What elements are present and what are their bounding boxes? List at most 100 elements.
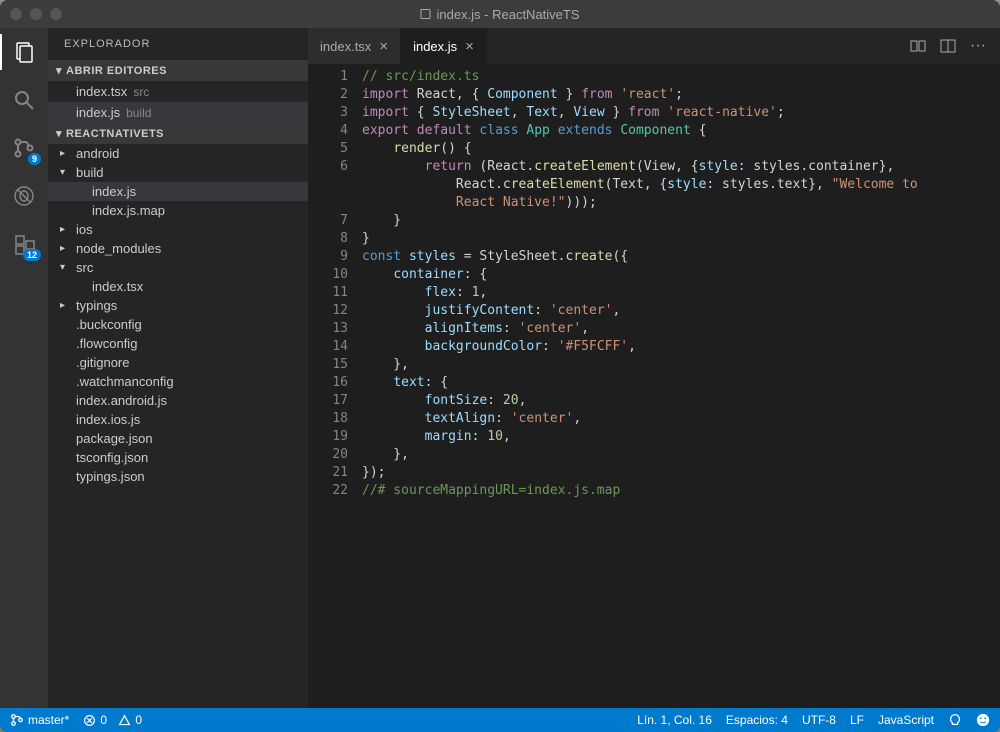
- open-editor-name: index.tsx: [76, 84, 127, 99]
- search-icon[interactable]: [10, 86, 38, 114]
- git-branch[interactable]: master*: [10, 713, 69, 727]
- encoding[interactable]: UTF-8: [802, 713, 836, 727]
- open-editors-list: index.tsx srcindex.js build: [48, 81, 308, 123]
- tree-item[interactable]: .buckconfig: [48, 315, 308, 334]
- tab-label: index.js: [413, 39, 457, 54]
- minimize-dot[interactable]: [30, 8, 42, 20]
- line-numbers: 12345678910111213141516171819202122: [308, 64, 362, 708]
- activity-bar: 9 12: [0, 28, 48, 708]
- tree-item[interactable]: .gitignore: [48, 353, 308, 372]
- explorer-icon[interactable]: [10, 38, 38, 66]
- split-editor-icon[interactable]: [940, 38, 956, 54]
- tree-arrow: ▸: [60, 224, 72, 235]
- source-control-icon[interactable]: 9: [10, 134, 38, 162]
- file-icon: [420, 9, 430, 19]
- tree-item[interactable]: .watchmanconfig: [48, 372, 308, 391]
- open-editors-header[interactable]: ▾ ABRIR EDITORES: [48, 60, 308, 81]
- tree-label: ios: [76, 222, 93, 237]
- open-editor-path: src: [133, 85, 149, 99]
- tab-actions: ···: [896, 28, 1000, 64]
- close-dot[interactable]: [10, 8, 22, 20]
- more-icon[interactable]: ···: [970, 37, 986, 55]
- editor-tab[interactable]: index.tsx ×: [308, 28, 401, 64]
- maximize-dot[interactable]: [50, 8, 62, 20]
- feedback-icon[interactable]: [948, 713, 962, 727]
- tree-item[interactable]: index.tsx: [48, 277, 308, 296]
- tree-item[interactable]: index.js: [48, 182, 308, 201]
- tree-arrow: ▾: [60, 262, 72, 273]
- smiley-icon[interactable]: [976, 713, 990, 727]
- tree-item[interactable]: package.json: [48, 429, 308, 448]
- tree-item[interactable]: index.js.map: [48, 201, 308, 220]
- indentation[interactable]: Espacios: 4: [726, 713, 788, 727]
- branch-label: master*: [28, 713, 69, 727]
- language-mode[interactable]: JavaScript: [878, 713, 934, 727]
- project-header[interactable]: ▾ REACTNATIVETS: [48, 123, 308, 144]
- tree-item[interactable]: ▸android: [48, 144, 308, 163]
- open-editor-item[interactable]: index.tsx src: [48, 81, 308, 102]
- tree-label: index.android.js: [76, 393, 167, 408]
- traffic-lights: [10, 8, 62, 20]
- tree-item[interactable]: typings.json: [48, 467, 308, 486]
- tab-label: index.tsx: [320, 39, 371, 54]
- tree-label: .buckconfig: [76, 317, 142, 332]
- tree-item[interactable]: index.ios.js: [48, 410, 308, 429]
- file-tree: ▸android▾buildindex.jsindex.js.map▸ios▸n…: [48, 144, 308, 486]
- explorer-sidebar: EXPLORADOR ▾ ABRIR EDITORES index.tsx sr…: [48, 28, 308, 708]
- tree-label: tsconfig.json: [76, 450, 148, 465]
- errors-count: 0: [100, 713, 107, 727]
- tree-label: index.ios.js: [76, 412, 140, 427]
- tree-item[interactable]: ▾build: [48, 163, 308, 182]
- scm-badge: 9: [28, 153, 41, 165]
- tree-label: index.js.map: [92, 203, 165, 218]
- chevron-down-icon: ▾: [56, 127, 62, 140]
- tree-label: index.tsx: [92, 279, 143, 294]
- tree-label: package.json: [76, 431, 153, 446]
- open-editors-label: ABRIR EDITORES: [66, 65, 167, 77]
- tree-arrow: ▾: [60, 167, 72, 178]
- editor-tabs: index.tsx × index.js × ···: [308, 28, 1000, 64]
- tree-item[interactable]: ▸ ios: [48, 220, 308, 239]
- open-editor-item[interactable]: index.js build: [48, 102, 308, 123]
- cursor-position[interactable]: Lín. 1, Col. 16: [637, 713, 712, 727]
- editor-tab[interactable]: index.js ×: [401, 28, 487, 64]
- extensions-icon[interactable]: 12: [10, 230, 38, 258]
- tree-arrow: ▸: [60, 300, 72, 311]
- editor-area: index.tsx × index.js × ··· 1234567891011121…: [308, 28, 1000, 708]
- window-title: index.js - ReactNativeTS: [420, 7, 579, 22]
- tree-item[interactable]: ▸ typings: [48, 296, 308, 315]
- close-icon[interactable]: ×: [379, 38, 388, 55]
- titlebar: index.js - ReactNativeTS: [0, 0, 1000, 28]
- vscode-window: index.js - ReactNativeTS 9 12 EXPLO: [0, 0, 1000, 732]
- debug-icon[interactable]: [10, 182, 38, 210]
- tree-item[interactable]: index.android.js: [48, 391, 308, 410]
- sidebar-title: EXPLORADOR: [48, 28, 308, 60]
- code-content[interactable]: // src/index.tsimport React, { Component…: [362, 64, 1000, 708]
- tree-label: typings.json: [76, 469, 145, 484]
- status-bar: master* 0 0 Lín. 1, Col. 16 Espacios: 4 …: [0, 708, 1000, 732]
- tree-label: .watchmanconfig: [76, 374, 174, 389]
- tree-label: android: [76, 146, 119, 161]
- tree-item[interactable]: .flowconfig: [48, 334, 308, 353]
- close-icon[interactable]: ×: [465, 38, 474, 55]
- tree-label: src: [76, 260, 93, 275]
- extensions-badge: 12: [23, 249, 41, 261]
- diff-icon[interactable]: [910, 38, 926, 54]
- warnings-count: 0: [135, 713, 142, 727]
- tree-arrow: ▸: [60, 243, 72, 254]
- tree-item[interactable]: ▾ src: [48, 258, 308, 277]
- open-editor-name: index.js: [76, 105, 120, 120]
- window-title-text: index.js - ReactNativeTS: [436, 7, 579, 22]
- tree-label: node_modules: [76, 241, 161, 256]
- problems[interactable]: 0 0: [83, 713, 142, 727]
- tree-label: typings: [76, 298, 117, 313]
- tree-label: index.js: [92, 184, 136, 199]
- eol[interactable]: LF: [850, 713, 864, 727]
- code-editor[interactable]: 12345678910111213141516171819202122 // s…: [308, 64, 1000, 708]
- tree-item[interactable]: tsconfig.json: [48, 448, 308, 467]
- project-header-label: REACTNATIVETS: [66, 128, 164, 140]
- tree-label: .gitignore: [76, 355, 129, 370]
- chevron-down-icon: ▾: [56, 64, 62, 77]
- tree-label: .flowconfig: [76, 336, 137, 351]
- tree-item[interactable]: ▸ node_modules: [48, 239, 308, 258]
